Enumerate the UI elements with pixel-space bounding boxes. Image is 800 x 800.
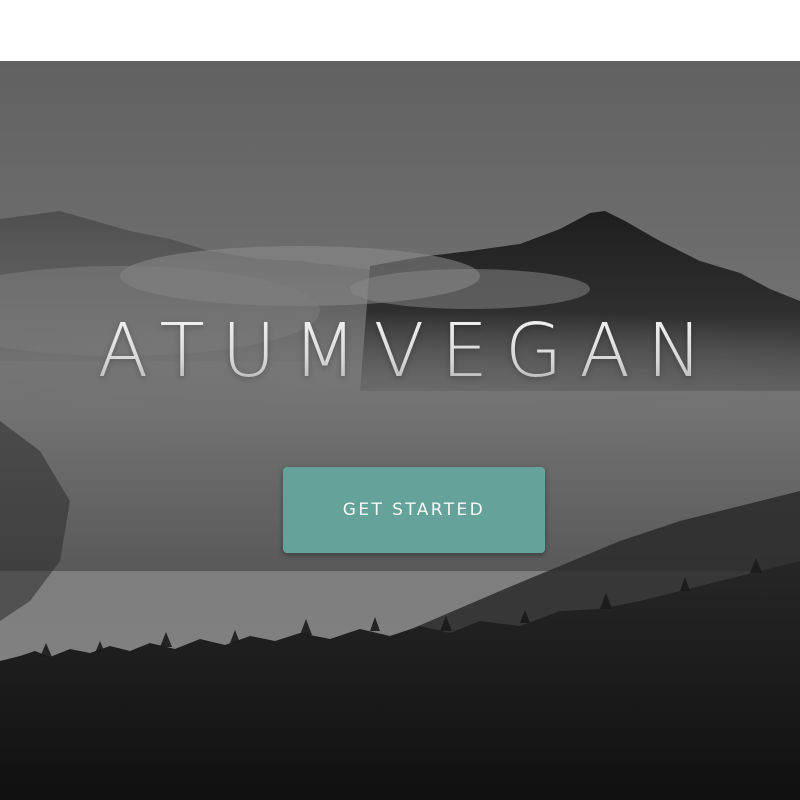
brand-title: ATUMVEGAN <box>81 308 720 394</box>
get-started-button[interactable]: GET STARTED <box>283 467 545 553</box>
mountain-fog-background <box>0 61 800 800</box>
top-whitespace <box>0 0 800 61</box>
brand-title-wrapper: ATUMVEGAN <box>0 301 800 401</box>
hero-section: ATUMVEGAN GET STARTED <box>0 61 800 800</box>
